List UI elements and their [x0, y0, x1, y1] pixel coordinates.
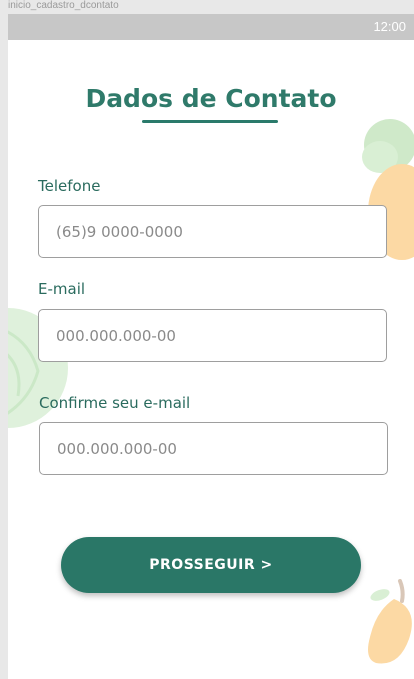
status-time: 12:00	[373, 19, 406, 34]
confirm-email-input[interactable]	[39, 422, 388, 475]
phone-input[interactable]	[38, 205, 387, 258]
email-input[interactable]	[38, 309, 387, 362]
artboard-name: inicio_cadastro_dcontato	[8, 0, 119, 11]
status-bar: 12:00	[8, 14, 414, 40]
page-title: Dados de Contato	[85, 84, 337, 113]
title-underline	[142, 120, 278, 123]
mango-illustration-icon	[368, 579, 412, 664]
proceed-button[interactable]: PROSSEGUIR >	[61, 537, 361, 593]
email-label: E-mail	[38, 280, 86, 298]
phone-label: Telefone	[38, 177, 101, 195]
phone-screen: 12:00 Dados de Contato Telefone E-mail C…	[8, 14, 414, 679]
confirm-email-label: Confirme seu e-mail	[39, 394, 191, 412]
